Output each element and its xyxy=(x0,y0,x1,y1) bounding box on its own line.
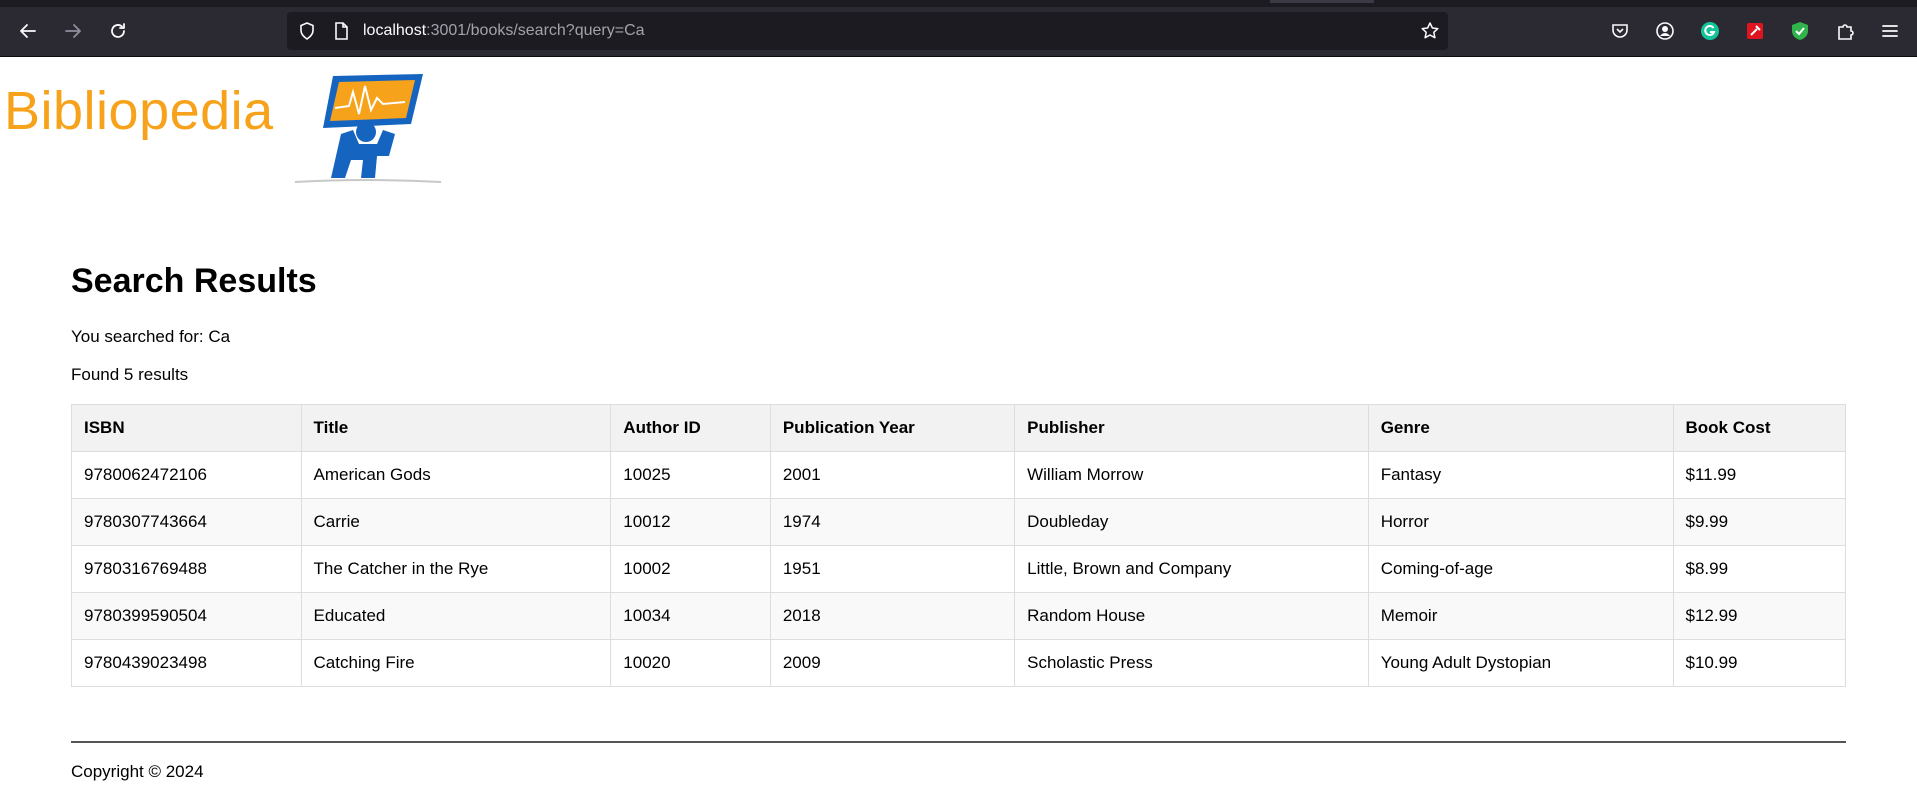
cell-genre: Young Adult Dystopian xyxy=(1367,639,1674,687)
header-book-cost: Book Cost xyxy=(1672,404,1847,452)
cell-book-cost: $9.99 xyxy=(1672,498,1847,546)
cell-genre: Fantasy xyxy=(1367,451,1674,499)
cell-book-cost: $12.99 xyxy=(1672,592,1847,640)
header-isbn: ISBN xyxy=(71,404,302,452)
cell-title: American Gods xyxy=(300,451,612,499)
reload-icon xyxy=(111,23,125,38)
cell-publication-year: 2009 xyxy=(769,639,1016,687)
header-genre: Genre xyxy=(1367,404,1674,452)
back-arrow-icon xyxy=(20,24,36,38)
table-header-row: ISBN Title Author ID Publication Year Pu… xyxy=(71,404,1847,452)
cell-title: Carrie xyxy=(300,498,612,546)
cell-isbn: 9780399590504 xyxy=(71,592,302,640)
logo-reader-icon xyxy=(294,74,442,183)
cell-publication-year: 2001 xyxy=(769,451,1016,499)
address-bar[interactable]: localhost:3001/books/search?query=Ca xyxy=(287,12,1448,50)
cell-publication-year: 1974 xyxy=(769,498,1016,546)
extensions-puzzle-icon[interactable] xyxy=(1827,13,1863,49)
results-table: ISBN Title Author ID Publication Year Pu… xyxy=(71,404,1847,687)
cell-title: The Catcher in the Rye xyxy=(300,545,612,593)
cell-genre: Coming-of-age xyxy=(1367,545,1674,593)
tab-active[interactable] xyxy=(1270,0,1374,3)
logo-text: Bibliopedia xyxy=(4,81,274,141)
url-host: localhost xyxy=(363,22,427,39)
cell-publisher: Doubleday xyxy=(1014,498,1369,546)
cell-isbn: 9780316769488 xyxy=(71,545,302,593)
url-text[interactable]: localhost:3001/books/search?query=Ca xyxy=(363,22,645,40)
cell-publisher: William Morrow xyxy=(1014,451,1369,499)
menu-hamburger-icon[interactable] xyxy=(1872,13,1908,49)
tab-strip xyxy=(0,0,1917,7)
forward-button[interactable] xyxy=(55,13,91,49)
cell-publication-year: 1951 xyxy=(769,545,1016,593)
bookmark-star-icon[interactable] xyxy=(1420,21,1440,41)
header-title: Title xyxy=(300,404,612,452)
results-count-text: Found 5 results xyxy=(71,365,189,384)
cell-isbn: 9780307743664 xyxy=(71,498,302,546)
page-info-icon[interactable] xyxy=(331,21,351,41)
cell-publication-year: 2018 xyxy=(769,592,1016,640)
cell-title: Educated xyxy=(300,592,612,640)
back-button[interactable] xyxy=(10,13,46,49)
cell-book-cost: $8.99 xyxy=(1672,545,1847,593)
table-row: 9780399590504 Educated 10034 2018 Random… xyxy=(71,592,1847,640)
reload-button[interactable] xyxy=(100,13,136,49)
cell-author-id: 10002 xyxy=(610,545,771,593)
cell-publisher: Random House xyxy=(1014,592,1369,640)
color-picker-extension-icon[interactable] xyxy=(1737,13,1773,49)
pocket-icon[interactable] xyxy=(1602,13,1638,49)
cell-publisher: Scholastic Press xyxy=(1014,639,1369,687)
tracking-protection-shield-icon[interactable] xyxy=(297,21,317,41)
cell-author-id: 10012 xyxy=(610,498,771,546)
page-title: Search Results xyxy=(71,262,317,300)
cell-author-id: 10025 xyxy=(610,451,771,499)
shield-extension-icon[interactable] xyxy=(1782,13,1818,49)
header-author-id: Author ID xyxy=(610,404,771,452)
table-row: 9780062472106 American Gods 10025 2001 W… xyxy=(71,451,1847,499)
footer-divider xyxy=(71,741,1846,743)
cell-genre: Horror xyxy=(1367,498,1674,546)
cell-book-cost: $10.99 xyxy=(1672,639,1847,687)
copyright-text: Copyright © 2024 xyxy=(71,762,204,781)
grammarly-extension-icon[interactable] xyxy=(1692,13,1728,49)
cell-isbn: 9780439023498 xyxy=(71,639,302,687)
cell-isbn: 9780062472106 xyxy=(71,451,302,499)
table-row: 9780316769488 The Catcher in the Rye 100… xyxy=(71,545,1847,593)
cell-publisher: Little, Brown and Company xyxy=(1014,545,1369,593)
forward-arrow-icon xyxy=(65,24,81,38)
toolbar-extensions xyxy=(1602,13,1917,49)
cell-book-cost: $11.99 xyxy=(1672,451,1847,499)
table-row: 9780307743664 Carrie 10012 1974 Doubleda… xyxy=(71,498,1847,546)
search-query-text: You searched for: Ca xyxy=(71,327,231,346)
header-publisher: Publisher xyxy=(1014,404,1369,452)
browser-toolbar: localhost:3001/books/search?query=Ca xyxy=(0,0,1917,57)
account-icon[interactable] xyxy=(1647,13,1683,49)
cell-author-id: 10034 xyxy=(610,592,771,640)
cell-title: Catching Fire xyxy=(300,639,612,687)
header-publication-year: Publication Year xyxy=(769,404,1016,452)
table-row: 9780439023498 Catching Fire 10020 2009 S… xyxy=(71,639,1847,687)
url-path: :3001/books/search?query=Ca xyxy=(426,22,645,39)
cell-genre: Memoir xyxy=(1367,592,1674,640)
cell-author-id: 10020 xyxy=(610,639,771,687)
